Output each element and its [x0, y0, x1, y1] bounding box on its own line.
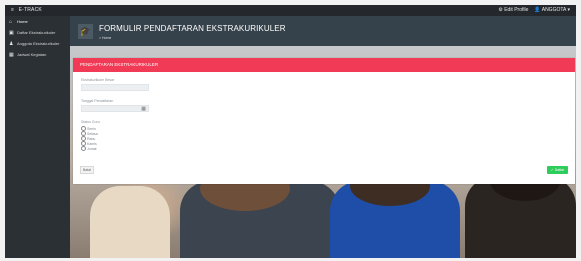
date-input[interactable]: ▦ — [81, 105, 149, 112]
radio-label: Selasa — [87, 131, 98, 136]
user-icon: ♟ — [9, 40, 14, 47]
sidebar-item-jadwal[interactable]: ▦ Jadwal Kegiatan — [5, 49, 70, 60]
save-label: Daftar — [554, 168, 565, 172]
sidebar-item-home[interactable]: ⌂ Home — [5, 16, 70, 27]
field1-label: Ekstrakurikuler Besar — [81, 78, 115, 82]
sidebar-item-label: Daftar Ekstrakurikuler — [17, 30, 56, 35]
sidebar-item-label: Anggota Ekstrakurikuler — [17, 41, 60, 46]
breadcrumb[interactable]: > Home — [99, 36, 111, 40]
topbar-actions: ⚙ Edit Profile 👤 ANGGOTA ▾ — [498, 7, 570, 13]
sidebar-item-anggota[interactable]: ♟ Anggota Ekstrakurikuler — [5, 38, 70, 49]
registration-card: PENDAFTARAN EKSTRAKURIKULER Ekstrakuriku… — [73, 58, 575, 184]
calendar-icon[interactable]: ▦ — [141, 106, 146, 112]
radio-label: Rabu — [87, 136, 96, 141]
edit-profile-label: Edit Profile — [504, 7, 529, 13]
sidebar-item-daftar[interactable]: ▣ Daftar Ekstrakurikuler — [5, 27, 70, 38]
home-icon: ⌂ — [9, 18, 13, 25]
card-title: PENDAFTARAN EKSTRAKURIKULER — [73, 58, 575, 72]
menu-bars-icon[interactable]: ≡ — [11, 7, 17, 13]
page-header: 🎓 FORMULIR PENDAFTARAN EKSTRAKURIKULER >… — [70, 16, 576, 46]
field3-label: Status Guru — [81, 120, 100, 124]
brand-label: E-TRACK — [18, 7, 42, 13]
calendar-icon: ▦ — [9, 51, 14, 58]
graduation-cap-icon: 🎓 — [78, 24, 93, 39]
radio-label: Jumat — [87, 146, 97, 151]
page-title: FORMULIR PENDAFTARAN EKSTRAKURIKULER — [99, 24, 286, 33]
sidebar-item-label: Home — [17, 19, 28, 24]
briefcase-icon: ▣ — [9, 29, 14, 36]
main-content: 🎓 FORMULIR PENDAFTARAN EKSTRAKURIKULER >… — [70, 16, 576, 258]
radio-option[interactable]: Jumat — [81, 146, 97, 151]
field2-label: Tanggal Pendaftaran — [81, 99, 114, 103]
app-window: ≡ E-TRACK ⚙ Edit Profile 👤 ANGGOTA ▾ ⌂ H… — [5, 5, 576, 258]
save-button[interactable]: ✓ Daftar — [547, 166, 568, 174]
radio-button[interactable] — [81, 146, 86, 151]
sidebar-item-label: Jadwal Kegiatan — [17, 52, 47, 57]
user-menu[interactable]: 👤 ANGGOTA ▾ — [534, 7, 570, 13]
edit-profile-link[interactable]: ⚙ Edit Profile — [498, 7, 528, 13]
student-figure — [90, 186, 170, 258]
radio-label: Kamis — [87, 141, 97, 146]
radio-label: Senin — [87, 126, 96, 131]
cancel-button[interactable]: Batal — [80, 166, 94, 174]
ekstrakurikuler-input[interactable] — [81, 84, 149, 91]
topbar: ≡ E-TRACK ⚙ Edit Profile 👤 ANGGOTA ▾ — [5, 5, 576, 16]
brand[interactable]: ≡ E-TRACK — [11, 7, 42, 13]
sidebar: ⌂ Home ▣ Daftar Ekstrakurikuler ♟ Anggot… — [5, 16, 70, 258]
user-menu-label: ANGGOTA — [541, 7, 567, 13]
